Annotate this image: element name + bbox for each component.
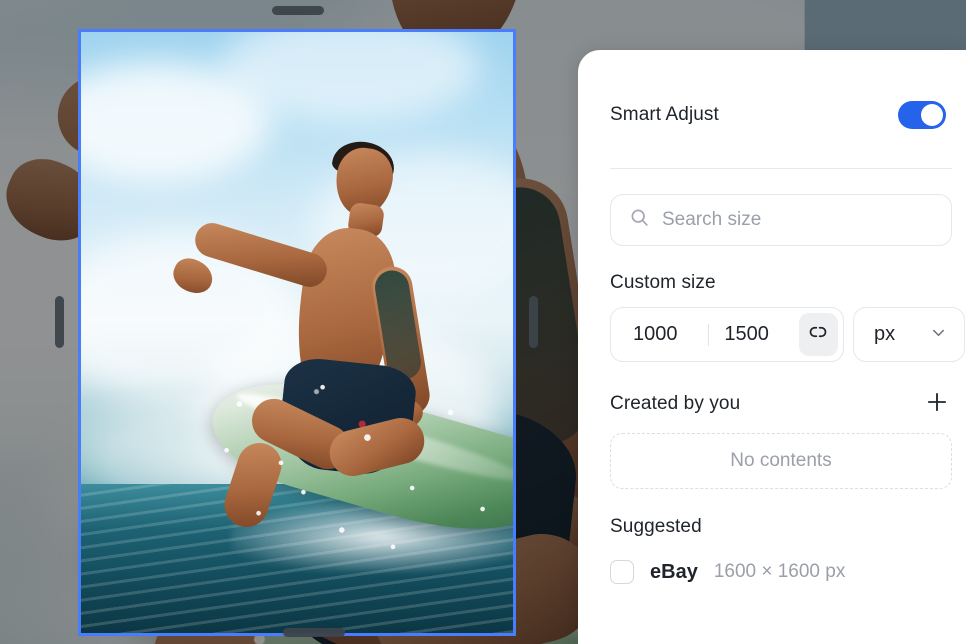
panel-divider [610, 168, 952, 169]
aspect-ratio-lock-button[interactable] [798, 313, 838, 356]
resize-settings-panel: Smart Adjust Search size Custom size 100… [578, 50, 966, 644]
width-input[interactable]: 1000 [611, 323, 708, 346]
custom-size-title: Custom size [610, 272, 716, 293]
crop-selection-region[interactable] [81, 32, 513, 633]
broken-link-icon [807, 321, 829, 348]
crop-editor-screen: Smart Adjust Search size Custom size 100… [0, 0, 966, 644]
suggested-item-name: eBay [650, 560, 698, 583]
crop-handle-bottom[interactable] [283, 628, 345, 637]
suggested-item-dimensions: 1600 × 1600 px [713, 561, 846, 582]
custom-size-row: 1000 1500 px [610, 307, 966, 362]
search-size-field[interactable]: Search size [610, 194, 952, 246]
created-by-you-empty-state: No contents [610, 433, 952, 489]
size-input-group: 1000 1500 [610, 307, 844, 362]
suggested-title: Suggested [610, 516, 702, 537]
crop-handle-right[interactable] [529, 296, 538, 348]
smart-adjust-toggle[interactable] [898, 101, 946, 129]
search-icon [629, 207, 650, 233]
plus-icon [924, 389, 950, 420]
search-placeholder: Search size [662, 209, 762, 230]
smart-adjust-label: Smart Adjust [610, 104, 719, 125]
unit-dropdown[interactable]: px [853, 307, 965, 362]
crop-handle-top[interactable] [272, 6, 324, 15]
toggle-knob [921, 104, 943, 126]
crop-handle-left[interactable] [55, 296, 64, 348]
suggested-item-ebay[interactable]: eBay 1600 × 1600 px [610, 560, 966, 584]
created-by-you-header: Created by you [610, 389, 952, 419]
unit-value: px [874, 323, 896, 345]
created-by-you-title: Created by you [610, 393, 741, 414]
height-input[interactable]: 1500 [708, 323, 799, 346]
photo-image [81, 32, 513, 633]
smart-adjust-row: Smart Adjust [610, 50, 966, 146]
suggested-item-checkbox[interactable] [610, 560, 634, 584]
add-custom-size-button[interactable] [922, 389, 952, 419]
chevron-down-icon [929, 323, 948, 347]
